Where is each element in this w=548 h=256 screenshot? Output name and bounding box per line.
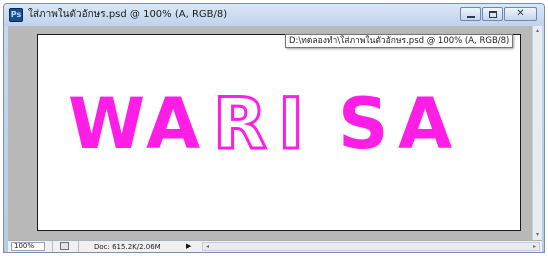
title-bar[interactable]: Ps ใส่ภาพในตัวอักษร.psd @ 100% (A, RGB/8… — [4, 4, 544, 26]
status-divider — [52, 241, 53, 252]
status-menu-arrow-icon[interactable]: ▶ — [186, 241, 191, 251]
vertical-scrollbar[interactable]: ▴ ▾ — [532, 26, 542, 240]
status-preview-icon[interactable] — [60, 242, 69, 250]
canvas-area[interactable]: W A R I S A — [8, 26, 532, 240]
artwork-letter-r: R — [213, 83, 267, 165]
artwork-letter-a2: A — [398, 83, 452, 165]
minimize-button[interactable] — [460, 7, 481, 21]
scroll-right-icon[interactable]: ▸ — [533, 243, 536, 251]
horizontal-scrollbar[interactable]: ◂ ▸ — [202, 242, 540, 251]
file-path-tooltip: D:\ทดลองทำ\ใส่ภาพในตัวอักษร.psd @ 100% (… — [285, 34, 514, 48]
window-title: ใส่ภาพในตัวอักษร.psd @ 100% (A, RGB/8) — [28, 9, 228, 20]
document-size-info: Doc: 615.2K/2.06M — [94, 243, 161, 251]
photoshop-icon: Ps — [9, 8, 23, 22]
document-canvas[interactable]: W A R I S A — [37, 34, 521, 231]
close-button[interactable]: ✕ — [504, 7, 537, 21]
artwork-letter-s: S — [338, 83, 388, 165]
scroll-down-icon[interactable]: ▾ — [534, 232, 541, 238]
artwork-letter-w: W — [68, 83, 145, 165]
maximize-icon — [488, 10, 497, 18]
artwork-letter-a1: A — [146, 83, 200, 165]
status-bar: 100% Doc: 615.2K/2.06M ▶ ◂ ▸ — [8, 240, 542, 252]
status-divider — [78, 241, 79, 252]
window-controls: ✕ — [460, 7, 537, 23]
warisa-artwork: W A R I S A — [68, 82, 452, 167]
zoom-field[interactable]: 100% — [11, 242, 45, 251]
scroll-left-icon[interactable]: ◂ — [206, 243, 209, 251]
close-icon: ✕ — [516, 8, 525, 19]
artwork-letter-i: I — [278, 83, 304, 165]
minimize-icon — [466, 15, 475, 18]
scroll-up-icon[interactable]: ▴ — [534, 28, 541, 34]
maximize-button[interactable] — [482, 7, 503, 21]
